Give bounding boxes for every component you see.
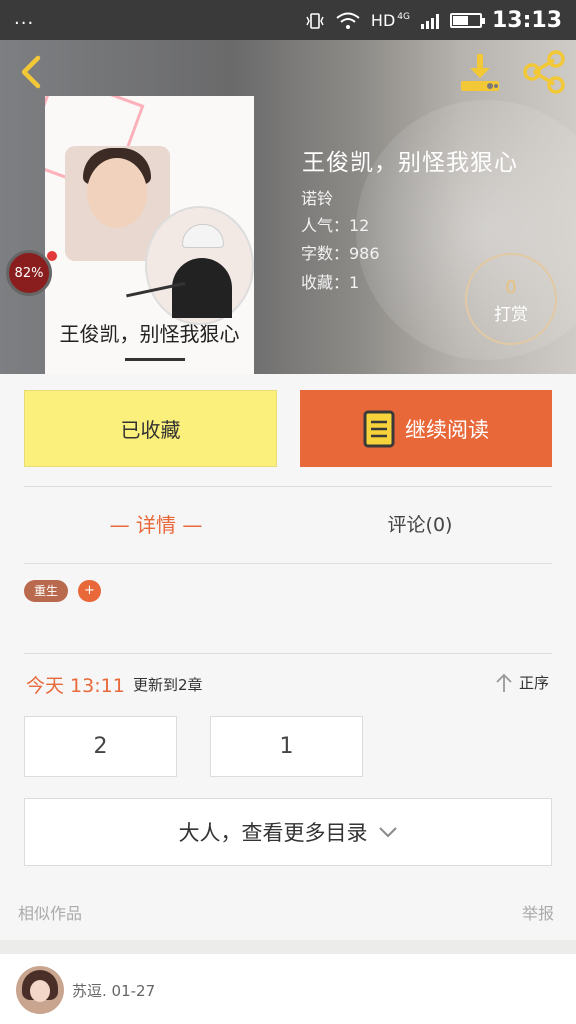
collected-label: 已收藏	[120, 418, 181, 442]
comment-user-date: 苏逗. 01-27	[72, 982, 156, 1000]
collected-button[interactable]: 已收藏	[24, 390, 277, 467]
divider	[24, 653, 552, 654]
book-header: 王俊凯，别怪我狠心 82% 王俊凯，别怪我狠心 诺铃 人气：12 字数：986 …	[0, 40, 576, 374]
tab-comments[interactable]: 评论(0)	[288, 500, 552, 550]
read-progress-value: 82%	[14, 265, 44, 281]
book-cover[interactable]: 王俊凯，别怪我狠心	[45, 96, 254, 374]
book-icon	[363, 410, 395, 447]
similar-works-label: 相似作品	[18, 904, 83, 923]
arrow-up-icon	[496, 673, 512, 692]
update-time: 今天 13:11	[26, 675, 125, 697]
chapter-item[interactable]: 1	[210, 716, 363, 777]
sort-order-button[interactable]: 正序	[495, 672, 549, 693]
chevron-down-icon	[378, 827, 397, 838]
chevron-left-icon[interactable]	[12, 52, 52, 92]
book-favorites: 收藏：1	[301, 273, 360, 292]
continue-reading-label: 继续阅读	[405, 417, 489, 442]
avatar[interactable]	[16, 966, 64, 1014]
add-tag-button[interactable]: +	[78, 580, 101, 602]
divider	[24, 486, 552, 487]
read-progress-badge[interactable]: 82%	[6, 250, 57, 296]
status-bar: ... HD 4G 13:13	[0, 0, 576, 40]
share-icon[interactable]	[520, 48, 568, 96]
more-catalog-button[interactable]: 大人，查看更多目录	[24, 798, 552, 866]
vibrate-icon	[306, 12, 324, 29]
tab-detail[interactable]: — 详情 —	[24, 500, 288, 550]
more-catalog-label: 大人，查看更多目录	[178, 821, 368, 845]
book-author[interactable]: 诺铃	[301, 185, 333, 209]
network-type: HD	[370, 11, 396, 30]
sort-order-label: 正序	[519, 674, 550, 692]
book-word-count: 字数：986	[301, 244, 380, 263]
tip-button[interactable]: 0 打赏	[465, 253, 557, 345]
continue-reading-button[interactable]: 继续阅读	[300, 390, 552, 467]
divider	[24, 563, 552, 564]
progress-dot	[47, 251, 57, 261]
tip-count: 0	[505, 277, 517, 298]
status-dots: ...	[14, 8, 35, 29]
wifi-icon	[336, 12, 360, 29]
signal-type: 4G	[397, 11, 410, 22]
update-chapter: 更新到2章	[133, 676, 203, 694]
cover-branch-decoration-2	[125, 358, 185, 371]
battery-icon	[449, 13, 485, 28]
tag-chip[interactable]: 重生	[24, 580, 68, 602]
status-time: 13:13	[491, 8, 562, 33]
report-link[interactable]: 举报	[522, 900, 554, 924]
cover-photo-female	[145, 206, 254, 325]
chapter-item[interactable]: 2	[24, 716, 177, 777]
download-icon[interactable]	[458, 50, 502, 94]
section-separator	[0, 940, 576, 954]
book-title: 王俊凯，别怪我狠心	[302, 150, 518, 176]
cover-title: 王俊凯，别怪我狠心	[59, 322, 240, 346]
tip-label: 打赏	[494, 305, 528, 325]
book-popularity: 人气：12	[301, 216, 370, 235]
status-icons: HD 4G 13:13	[305, 8, 562, 33]
signal-icon	[420, 13, 439, 29]
